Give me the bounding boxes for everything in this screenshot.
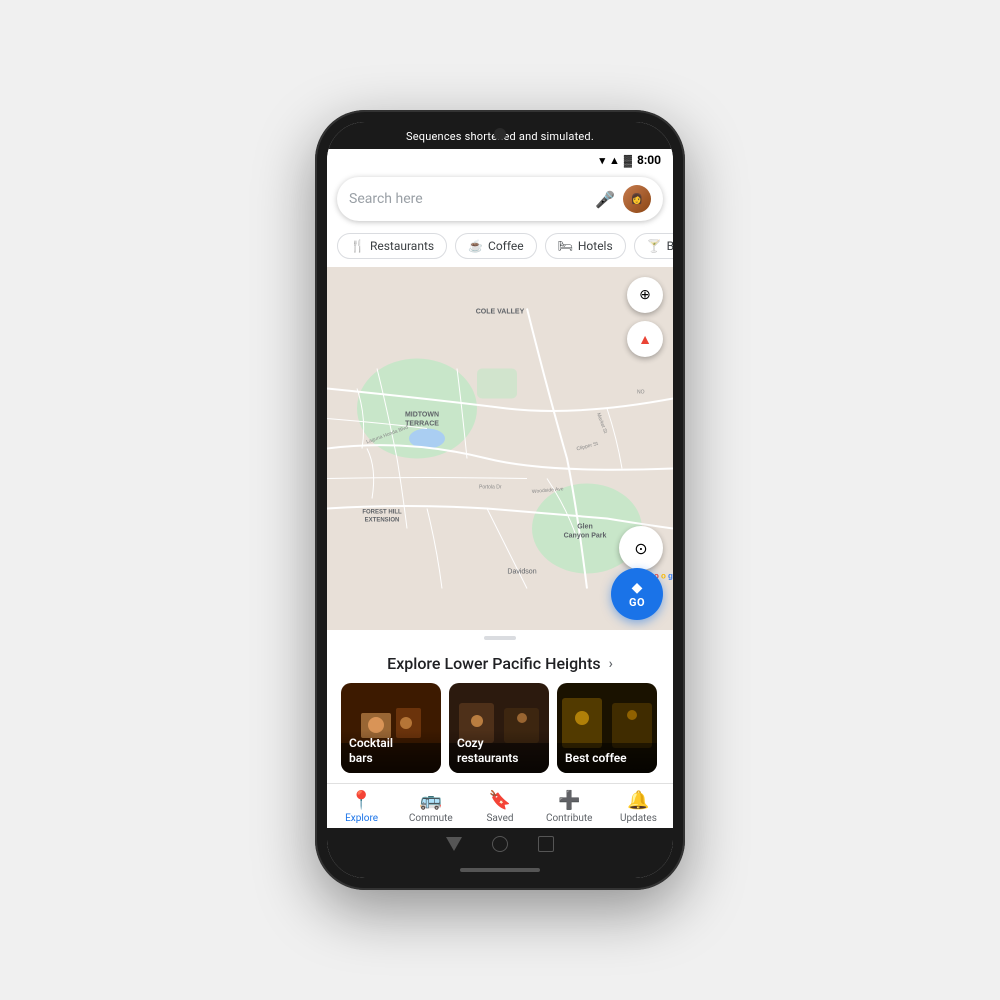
- chevron-right-icon[interactable]: ›: [609, 656, 613, 672]
- chip-bars-label: Bars: [667, 239, 673, 253]
- filter-chips: 🍴 Restaurants ☕ Coffee 🛏 Hotels 🍸 Bars: [327, 229, 673, 267]
- card-cocktail-bars[interactable]: Cocktailbars: [341, 683, 441, 773]
- location-icon: ⊙: [634, 539, 647, 558]
- svg-text:Canyon Park: Canyon Park: [564, 533, 607, 540]
- nav-commute-label: Commute: [409, 813, 453, 824]
- svg-text:MIDTOWN: MIDTOWN: [405, 412, 439, 419]
- svg-text:NO: NO: [637, 390, 645, 396]
- explore-section: Explore Lower Pacific Heights › Cocktail…: [327, 646, 673, 783]
- svg-text:FOREST HILL: FOREST HILL: [362, 510, 402, 516]
- explore-title: Explore Lower Pacific Heights ›: [341, 654, 659, 673]
- bottom-pill: [460, 868, 540, 872]
- mic-icon[interactable]: 🎤: [595, 190, 615, 209]
- drag-handle-area[interactable]: [327, 630, 673, 646]
- battery-icon: ▓: [624, 154, 632, 167]
- card-cozy-label: Cozyrestaurants: [449, 730, 549, 773]
- phone-device: Sequences shortened and simulated. ▾ ▲ ▓…: [315, 110, 685, 890]
- nav-explore[interactable]: 📍 Explore: [327, 790, 396, 824]
- phone-home-area: [327, 828, 673, 864]
- chip-coffee[interactable]: ☕ Coffee: [455, 233, 537, 259]
- drag-handle: [484, 636, 516, 640]
- layers-button[interactable]: ⊕: [627, 277, 663, 313]
- svg-text:COLE VALLEY: COLE VALLEY: [476, 309, 525, 316]
- signal-icon: ▲: [609, 154, 620, 167]
- phone-notch: [494, 128, 506, 140]
- card-cocktail-label: Cocktailbars: [341, 730, 441, 773]
- svg-text:TERRACE: TERRACE: [405, 421, 439, 428]
- svg-text:Davidson: Davidson: [507, 569, 536, 576]
- nav-updates[interactable]: 🔔 Updates: [604, 790, 673, 824]
- svg-text:g: g: [668, 572, 673, 581]
- wifi-icon: ▾: [600, 154, 606, 167]
- search-bar-container: Search here 🎤 👩: [327, 171, 673, 229]
- map-area[interactable]: COLE VALLEY MIDTOWN TERRACE FOREST HILL …: [327, 267, 673, 630]
- svg-text:EXTENSION: EXTENSION: [365, 518, 400, 524]
- explore-cards: Cocktailbars Cozyrestaurants: [341, 683, 659, 773]
- nav-commute[interactable]: 🚌 Commute: [396, 790, 465, 824]
- compass-icon: ▲: [638, 331, 652, 348]
- bottom-nav: 📍 Explore 🚌 Commute 🔖 Saved ➕ Contribute…: [327, 783, 673, 828]
- chip-hotels[interactable]: 🛏 Hotels: [545, 233, 626, 259]
- status-bar: ▾ ▲ ▓ 8:00: [327, 149, 673, 171]
- bars-icon: 🍸: [647, 239, 662, 253]
- commute-nav-icon: 🚌: [420, 790, 442, 811]
- restaurants-icon: 🍴: [350, 239, 365, 253]
- svg-text:Portola Dr: Portola Dr: [479, 485, 502, 491]
- go-label: GO: [629, 596, 645, 609]
- nav-contribute[interactable]: ➕ Contribute: [535, 790, 604, 824]
- back-button[interactable]: [446, 837, 462, 851]
- svg-text:o: o: [661, 572, 666, 581]
- chip-coffee-label: Coffee: [488, 239, 524, 253]
- location-button[interactable]: ⊙: [619, 526, 663, 570]
- compass-button[interactable]: ▲: [627, 321, 663, 357]
- search-placeholder: Search here: [349, 191, 587, 207]
- contribute-nav-icon: ➕: [558, 790, 580, 811]
- nav-explore-label: Explore: [345, 813, 378, 824]
- search-bar[interactable]: Search here 🎤 👩: [337, 177, 663, 221]
- updates-nav-icon: 🔔: [627, 790, 649, 811]
- card-best-coffee[interactable]: Best coffee: [557, 683, 657, 773]
- coffee-icon: ☕: [468, 239, 483, 253]
- chip-restaurants-label: Restaurants: [370, 239, 434, 253]
- chip-hotels-label: Hotels: [578, 239, 613, 253]
- explore-title-text: Explore Lower Pacific Heights: [387, 654, 600, 673]
- hotels-icon: 🛏: [558, 239, 573, 253]
- saved-nav-icon: 🔖: [489, 790, 511, 811]
- nav-saved-label: Saved: [486, 813, 513, 824]
- go-button[interactable]: ◆ GO: [611, 568, 663, 620]
- nav-contribute-label: Contribute: [546, 813, 593, 824]
- user-avatar[interactable]: 👩: [623, 185, 651, 213]
- recents-button[interactable]: [538, 836, 554, 852]
- nav-saved[interactable]: 🔖 Saved: [465, 790, 534, 824]
- status-icons: ▾ ▲ ▓: [600, 154, 632, 167]
- navigation-icon: ◆: [632, 580, 643, 596]
- explore-nav-icon: 📍: [350, 790, 372, 811]
- bottom-bar: [327, 864, 673, 878]
- status-time: 8:00: [637, 153, 661, 167]
- card-cozy-restaurants[interactable]: Cozyrestaurants: [449, 683, 549, 773]
- card-best-coffee-label: Best coffee: [557, 745, 657, 773]
- layers-icon: ⊕: [639, 287, 651, 303]
- chip-restaurants[interactable]: 🍴 Restaurants: [337, 233, 447, 259]
- nav-updates-label: Updates: [620, 813, 657, 824]
- chip-bars[interactable]: 🍸 Bars: [634, 233, 673, 259]
- phone-screen: Sequences shortened and simulated. ▾ ▲ ▓…: [327, 122, 673, 878]
- svg-text:Glen: Glen: [577, 524, 593, 531]
- home-button[interactable]: [492, 836, 508, 852]
